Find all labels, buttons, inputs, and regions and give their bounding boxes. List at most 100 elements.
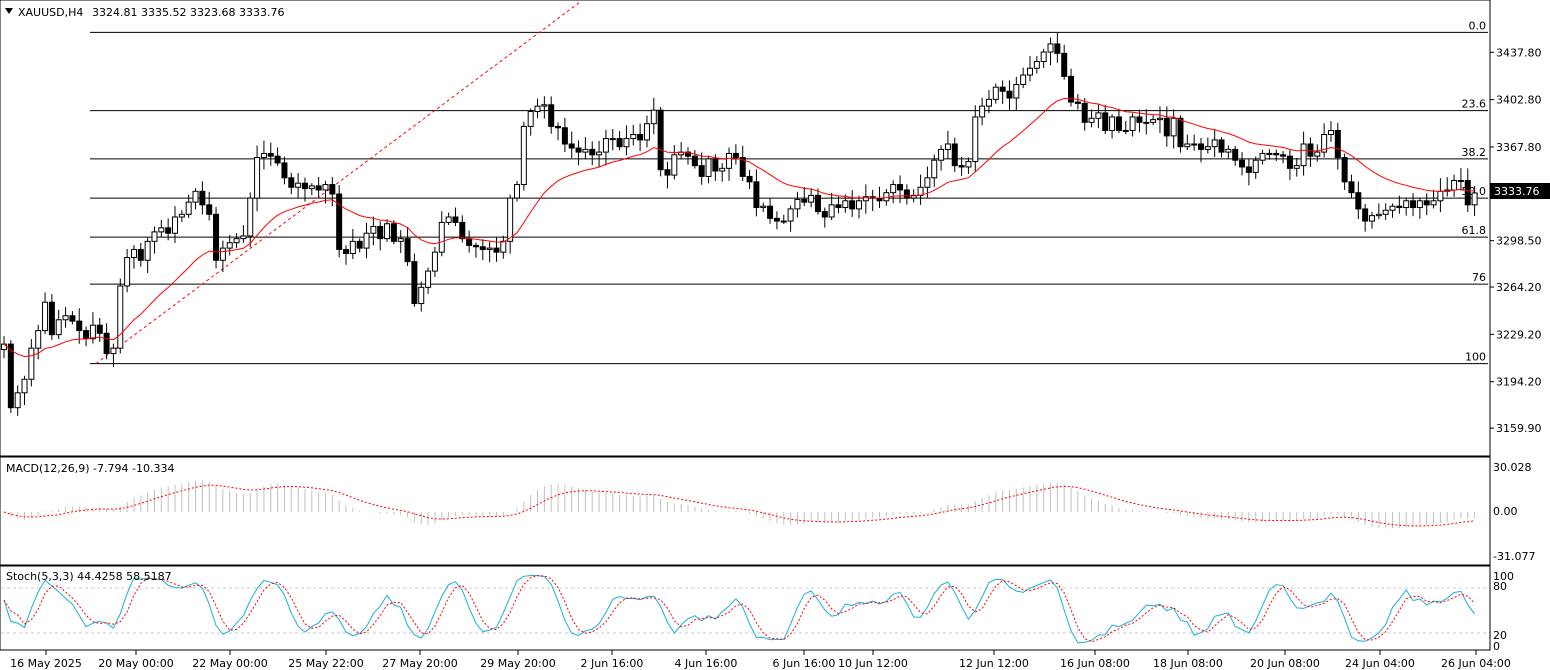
candle-body-up: [28, 347, 35, 380]
fib-label: 23.6: [1462, 98, 1487, 111]
time-tick-label: 16 Jun 08:00: [1060, 657, 1130, 670]
candle-body-up: [924, 177, 931, 188]
candle-body-down: [1286, 155, 1293, 169]
candle-body-up: [650, 109, 657, 125]
candle-body-down: [568, 143, 575, 149]
candle-body-down: [575, 147, 582, 153]
candle-body-down: [1245, 166, 1252, 173]
price-tick-label: 3437.80: [1496, 46, 1542, 59]
time-tick-label: 6 Jun 16:00: [773, 657, 836, 670]
macd-panel-frame: [0, 456, 1491, 566]
time-tick-label: 2 Jun 16:00: [581, 657, 644, 670]
candle-body-down: [1054, 43, 1061, 54]
candle-body-down: [377, 225, 384, 240]
candle: [657, 106, 664, 177]
time-tick-label: 25 May 22:00: [288, 657, 363, 670]
time-tick-label: 22 May 00:00: [192, 657, 267, 670]
candle-body-up: [1150, 119, 1157, 123]
candle-body-up: [1109, 116, 1116, 131]
candle: [411, 253, 418, 307]
candle-body-up: [623, 138, 630, 148]
candle-body-up: [609, 138, 616, 141]
candle-body-up: [719, 167, 726, 172]
time-tick-label: 20 May 00:00: [98, 657, 173, 670]
candle-body-down: [343, 248, 349, 255]
candle-body-down: [1163, 117, 1170, 137]
candle-body-up: [1451, 179, 1458, 191]
candle-body-down: [206, 204, 213, 215]
candle-body-up: [1225, 148, 1232, 153]
candle-body-down: [1410, 200, 1417, 209]
candle-body-up: [1375, 213, 1382, 217]
chart-area[interactable]: 0.023.638.250.061.876100 3437.803402.803…: [0, 0, 1550, 670]
candle-body-up: [418, 286, 425, 305]
candle-body-up: [534, 105, 541, 113]
candle-body-down: [199, 190, 206, 206]
candle-body-up: [890, 184, 897, 194]
candle-body-up: [972, 116, 979, 163]
candle-body-up: [1184, 143, 1191, 148]
candle-body-up: [527, 111, 534, 127]
candle-body-down: [951, 143, 958, 167]
time-tick-label: 26 Jun 04:00: [1441, 657, 1511, 670]
candle-body-up: [14, 392, 21, 409]
candle-body-up: [308, 185, 315, 190]
candle-body-up: [89, 324, 96, 340]
candle-body-down: [773, 217, 780, 222]
current-price-label: 3333.76: [1494, 185, 1540, 198]
candle-body-up: [178, 213, 185, 218]
candle-body-up: [130, 248, 137, 259]
candle-body-up: [1122, 129, 1129, 132]
candle-body-up: [260, 152, 267, 159]
candle-body-down: [1334, 129, 1341, 159]
candle-body-up: [370, 225, 377, 234]
candle-body-up: [1457, 179, 1464, 182]
candle-body-down: [1081, 102, 1088, 123]
candle-body-up: [431, 251, 438, 272]
candle-body-down: [835, 204, 842, 209]
candle-body-up: [144, 240, 151, 261]
candle-body-up: [192, 190, 199, 203]
stoch-label: Stoch(5,3,3) 44.4258 58.5187: [6, 570, 172, 583]
candle-body-up: [596, 151, 603, 156]
candle-body-up: [842, 200, 849, 209]
candle-body-up: [985, 98, 992, 107]
candle-body-down: [1273, 152, 1280, 156]
candle-body-up: [760, 205, 767, 209]
candle-body-down: [897, 184, 904, 191]
candle-body-down: [712, 158, 719, 172]
candle-body-down: [1102, 112, 1109, 131]
candle-body-up: [917, 186, 924, 196]
candle-body-down: [903, 189, 910, 199]
price-tick-label: 3229.20: [1496, 328, 1542, 341]
candle-body-down: [48, 301, 55, 336]
price-tick-label: 3194.20: [1496, 376, 1542, 389]
candle-body-up: [1170, 117, 1177, 137]
candle-body-up: [117, 285, 124, 349]
candle-body-up: [1040, 51, 1047, 62]
time-tick-label: 12 Jun 12:00: [959, 657, 1029, 670]
candle-body-up: [1293, 165, 1300, 169]
candle-body-up: [965, 161, 972, 168]
candle-body-up: [856, 200, 862, 210]
candle-body-up: [233, 238, 240, 244]
candle-body-down: [69, 315, 76, 322]
candle-body-up: [254, 157, 261, 199]
macd-label: MACD(12,26,9) -7.794 -10.334: [6, 462, 174, 475]
candle-body-up: [1389, 205, 1396, 211]
candle-body-up: [486, 247, 493, 250]
candle-body-down: [1307, 143, 1314, 157]
candle-body-down: [404, 238, 411, 263]
price-tick-label: 3264.20: [1496, 281, 1542, 294]
candle: [117, 278, 124, 354]
candle-body-up: [1416, 200, 1423, 209]
candle-body-down: [267, 152, 274, 157]
candle-body-down: [657, 109, 664, 171]
main-chart-frame: [0, 0, 1491, 457]
candle-body-up: [1143, 121, 1150, 124]
candle-body-down: [213, 213, 220, 261]
candle-body-down: [767, 205, 774, 219]
candle-body-up: [500, 240, 507, 253]
candle: [213, 206, 220, 269]
time-tick-label: 16 May 2025: [10, 657, 82, 670]
